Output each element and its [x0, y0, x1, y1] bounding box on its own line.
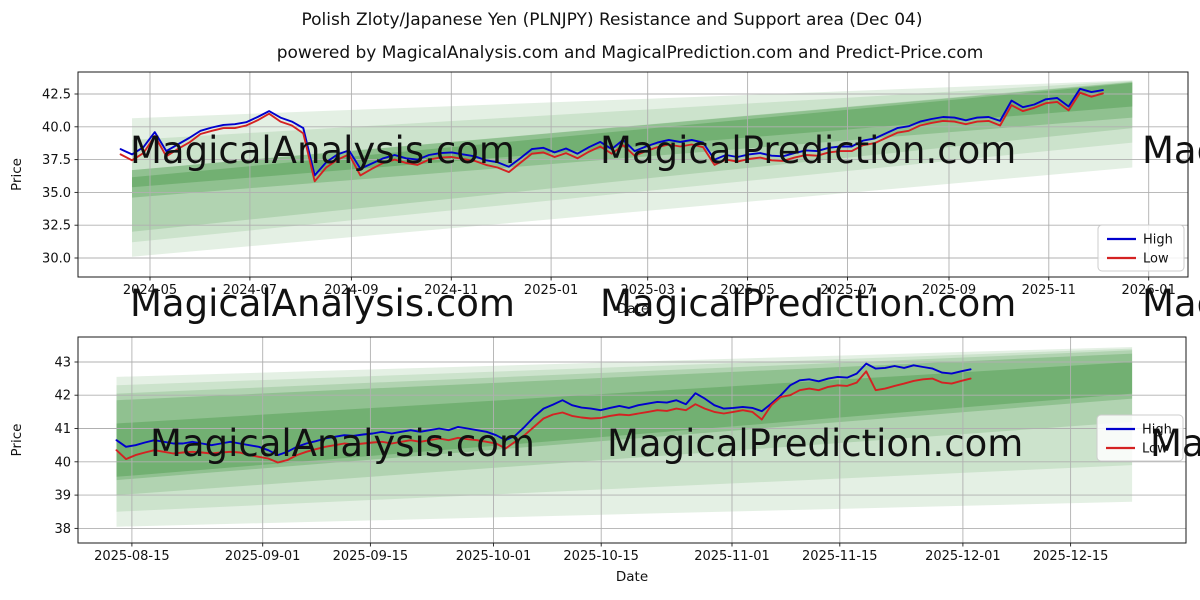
x-tick-label: 2025-11-01: [694, 549, 770, 564]
x-tick-label: 2025-08-15: [94, 549, 170, 564]
watermark-text: MagicalAnalysis.com: [130, 129, 515, 172]
x-axis-label: Date: [616, 569, 648, 585]
y-tick-label: 41: [54, 422, 71, 437]
y-tick-label: 40.0: [42, 120, 71, 135]
legend-label-high: High: [1143, 233, 1173, 248]
y-tick-label: 43: [54, 356, 71, 371]
x-tick-label: 2025-10-15: [563, 549, 639, 564]
charts-canvas: 2024-05 2024-07 2024-09 2024-11 2025-01 2025-…: [9, 71, 1200, 585]
watermark-text: MagicalPrediction.com: [607, 422, 1023, 465]
watermark-text: MagicalPrediction.com: [600, 129, 1016, 172]
x-tick-label: 2025-10-01: [456, 549, 532, 564]
x-tick-label: 2025-11: [1022, 283, 1076, 298]
y-axis-label: Price: [9, 158, 25, 191]
y-tick-label: 42.5: [42, 88, 71, 103]
x-tick-label: 2025-11-15: [802, 549, 878, 564]
figure: Polish Zloty/Japanese Yen (PLNJPY) Resis…: [0, 0, 1200, 600]
y-tick-label: 32.5: [42, 219, 71, 234]
y-tick-label: 39: [54, 489, 71, 504]
y-tick-label: 35.0: [42, 186, 71, 201]
watermark-text: MagicalAnalysis.com: [1142, 129, 1200, 172]
watermark-text: MagicalAnalysis.com: [1142, 282, 1200, 325]
y-tick-label: 42: [54, 389, 71, 404]
legend: High Low: [1097, 224, 1185, 272]
x-tick-label: 2025-12-01: [925, 549, 1001, 564]
y-tick-label: 37.5: [42, 153, 71, 168]
y-axis-label: Price: [9, 424, 25, 457]
legend-label-low: Low: [1143, 252, 1169, 267]
x-tick-label: 2025-09-15: [333, 549, 409, 564]
y-tick-label: 40: [54, 455, 71, 470]
watermark-text: MagicalAnalysis.com: [130, 282, 515, 325]
x-tick-label: 2025-12-15: [1033, 549, 1109, 564]
x-tick-label: 2025-09-01: [225, 549, 301, 564]
watermark-text: MagicalAnalysis.com: [150, 422, 535, 465]
x-tick-label: 2025-01: [524, 283, 578, 298]
y-tick-label: 30.0: [42, 252, 71, 267]
y-tick-label: 38: [54, 522, 71, 537]
history-chart: 2024-05 2024-07 2024-09 2024-11 2025-01 2025-…: [9, 71, 1189, 317]
watermark-text: MagicalAnalysis.com: [1150, 422, 1200, 465]
watermark-text: MagicalPrediction.com: [600, 282, 1016, 325]
